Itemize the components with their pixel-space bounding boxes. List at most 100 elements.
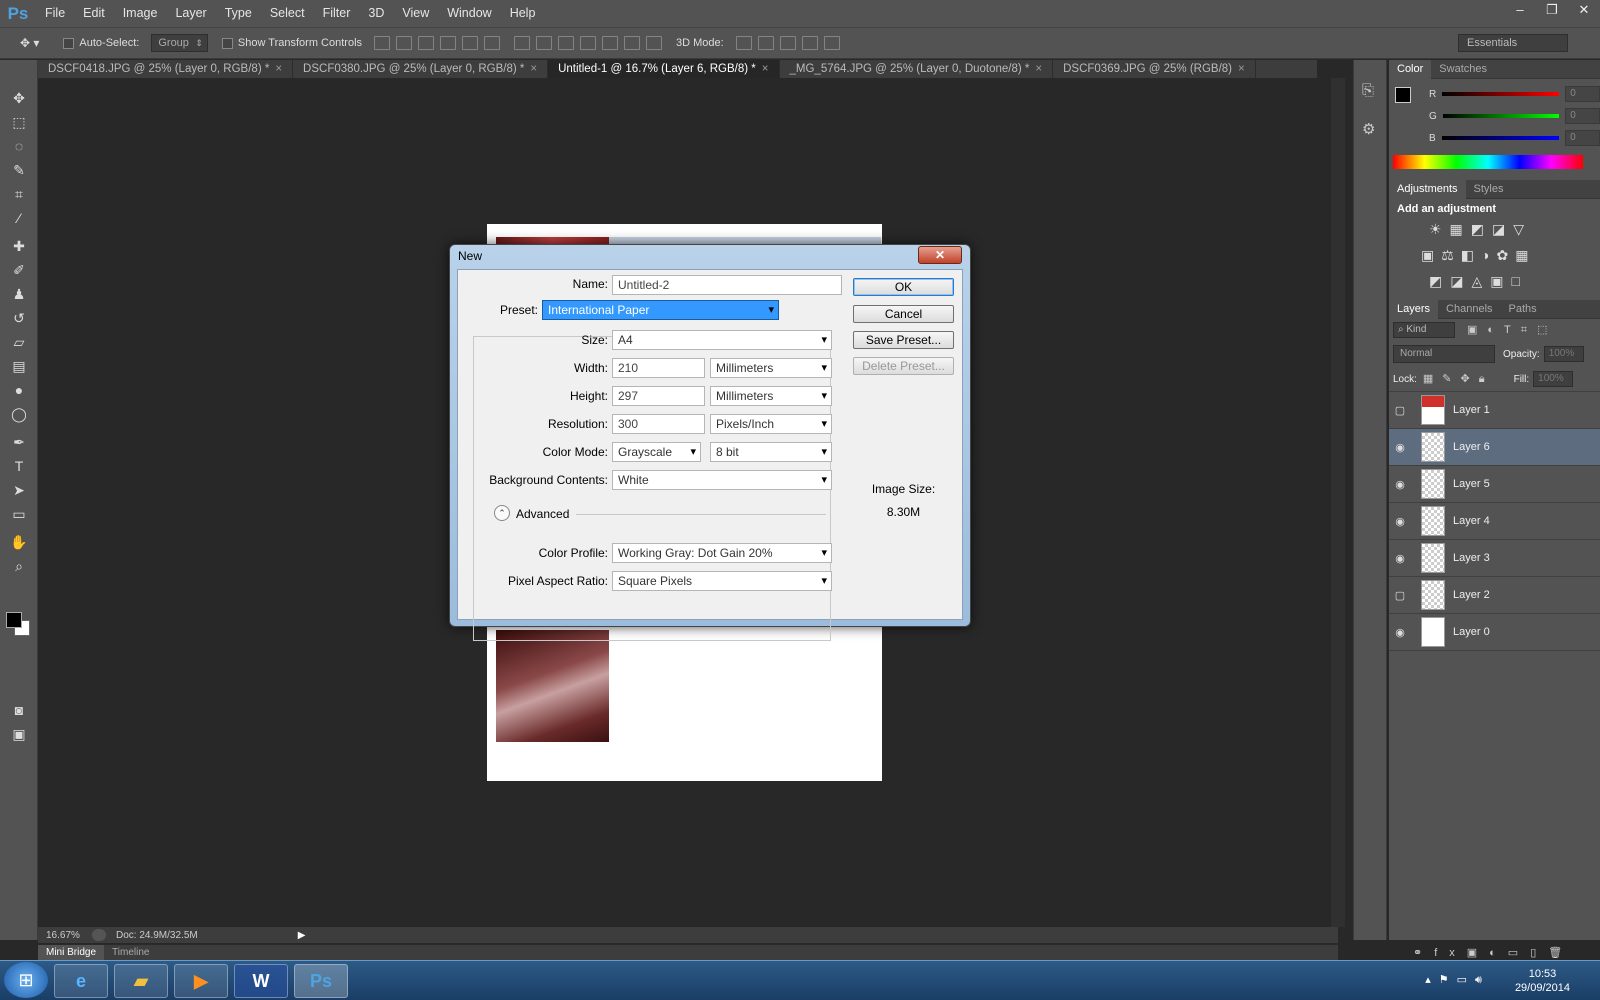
tab-color[interactable]: Color — [1389, 59, 1432, 79]
tab-swatches[interactable]: Swatches — [1431, 60, 1495, 79]
folder-icon[interactable]: ▰ — [114, 964, 168, 998]
blue-value[interactable]: 0 — [1565, 130, 1600, 146]
tab-styles[interactable]: Styles — [1466, 180, 1512, 199]
menu-edit[interactable]: Edit — [74, 0, 114, 27]
eye-icon[interactable]: ◉ — [1389, 515, 1411, 528]
doc-tab[interactable]: DSCF0380.JPG @ 25% (Layer 0, RGB/8) * × — [293, 60, 549, 78]
align-hcenter-icon[interactable] — [462, 36, 479, 50]
ok-button[interactable]: OK — [853, 278, 954, 296]
delete-preset-button[interactable]: Delete Preset... — [853, 357, 954, 375]
color-mode-dropdown[interactable]: Grayscale — [612, 442, 701, 462]
eye-icon[interactable]: ◉ — [1389, 552, 1411, 565]
properties-panel-icon[interactable]: ⚙ — [1362, 120, 1375, 138]
auto-select-checkbox[interactable] — [63, 37, 75, 49]
status-icon[interactable] — [92, 929, 106, 941]
menu-filter[interactable]: Filter — [314, 0, 360, 27]
layer-row[interactable]: ◉ Layer 5 — [1389, 466, 1600, 503]
close-icon[interactable]: × — [1238, 63, 1245, 75]
preset-dropdown[interactable]: International Paper — [542, 300, 779, 320]
red-track[interactable] — [1442, 92, 1560, 96]
menu-3d[interactable]: 3D — [359, 0, 393, 27]
layer-kind-filter[interactable]: ⌕ Kind — [1393, 322, 1455, 338]
menu-help[interactable]: Help — [501, 0, 545, 27]
dialog-close-button[interactable]: ✕ — [918, 246, 962, 264]
eye-icon[interactable]: ◉ — [1389, 626, 1411, 639]
align-top-icon[interactable] — [374, 36, 391, 50]
tab-mini-bridge[interactable]: Mini Bridge — [38, 945, 105, 960]
dodge-tool-icon[interactable]: ◯ — [8, 404, 30, 424]
doc-tab[interactable]: DSCF0369.JPG @ 25% (RGB/8) × — [1053, 60, 1256, 78]
tab-paths[interactable]: Paths — [1501, 300, 1545, 319]
blend-mode-dropdown[interactable]: Normal — [1393, 345, 1495, 363]
transform-controls-checkbox[interactable] — [221, 37, 233, 49]
start-button[interactable]: ⊞ — [4, 962, 48, 998]
green-slider[interactable]: G0 — [1389, 105, 1600, 127]
type-tool-icon[interactable]: T — [8, 456, 30, 476]
menu-select[interactable]: Select — [261, 0, 314, 27]
advanced-toggle-icon[interactable]: ⌃ — [494, 505, 510, 521]
red-value[interactable]: 0 — [1565, 86, 1600, 102]
layer-row[interactable]: ◉ Layer 4 — [1389, 503, 1600, 540]
green-value[interactable]: 0 — [1565, 108, 1600, 124]
gradient-tool-icon[interactable]: ▤ — [8, 356, 30, 376]
close-icon[interactable]: × — [275, 63, 282, 75]
align-right-icon[interactable] — [484, 36, 501, 50]
menu-view[interactable]: View — [393, 0, 438, 27]
3d-drag-icon[interactable] — [779, 36, 796, 50]
green-track[interactable] — [1442, 114, 1560, 118]
distribute-bottom-icon[interactable] — [558, 36, 575, 50]
minimize-button[interactable]: – — [1504, 0, 1536, 20]
layer-row[interactable]: ▢ Layer 1 — [1389, 392, 1600, 429]
healing-tool-icon[interactable]: ✚ — [8, 236, 30, 256]
vertical-scrollbar[interactable] — [1331, 78, 1345, 927]
zoom-level[interactable]: 16.67% — [38, 930, 88, 941]
move-tool-icon[interactable]: ✥ — [8, 88, 30, 108]
path-select-tool-icon[interactable]: ➤ — [8, 480, 30, 500]
quick-select-tool-icon[interactable]: ✎ — [8, 160, 30, 180]
media-player-icon[interactable]: ▶ — [174, 964, 228, 998]
pixel-aspect-dropdown[interactable]: Square Pixels — [612, 571, 832, 591]
layer-row[interactable]: ▢ Layer 2 — [1389, 577, 1600, 614]
doc-tab[interactable]: DSCF0418.JPG @ 25% (Layer 0, RGB/8) * × — [38, 60, 294, 78]
tab-timeline[interactable]: Timeline — [104, 945, 157, 960]
restore-button[interactable]: ❐ — [1536, 0, 1568, 20]
red-slider[interactable]: R0 — [1389, 83, 1600, 105]
auto-align-icon[interactable] — [646, 36, 663, 50]
lock-icons[interactable]: ▦✎✥🔒︎ — [1423, 372, 1494, 386]
history-panel-icon[interactable]: ⎘ — [1362, 82, 1374, 99]
screen-mode-icon[interactable]: ▣ — [8, 724, 30, 744]
visibility-toggle[interactable]: ▢ — [1389, 589, 1411, 602]
eye-icon[interactable]: ◉ — [1389, 478, 1411, 491]
align-left-icon[interactable] — [440, 36, 457, 50]
name-input[interactable]: Untitled-2 — [612, 275, 842, 295]
close-icon[interactable]: × — [762, 63, 769, 75]
close-icon[interactable]: × — [530, 63, 537, 75]
advanced-label[interactable]: Advanced — [516, 507, 569, 521]
lasso-tool-icon[interactable]: ◌ — [8, 136, 30, 156]
tab-layers[interactable]: Layers — [1389, 299, 1439, 319]
background-contents-dropdown[interactable]: White — [612, 470, 832, 490]
layer-row[interactable]: ◉ Layer 0 — [1389, 614, 1600, 651]
stamp-tool-icon[interactable]: ♟ — [8, 284, 30, 304]
3d-slide-icon[interactable] — [801, 36, 818, 50]
3d-roll-icon[interactable] — [757, 36, 774, 50]
blue-slider[interactable]: B0 — [1389, 127, 1600, 149]
blue-track[interactable] — [1441, 136, 1560, 140]
distribute-hcenter-icon[interactable] — [602, 36, 619, 50]
opacity-input[interactable]: 100% — [1543, 346, 1584, 362]
eyedropper-tool-icon[interactable]: ⁄ — [8, 208, 30, 228]
status-arrow-icon[interactable]: ▶ — [298, 930, 306, 941]
crop-tool-icon[interactable]: ⌗ — [8, 184, 30, 204]
adjustment-icons-row3[interactable]: ◩◪◬▣□ — [1429, 273, 1528, 290]
clock[interactable]: 10:53 29/09/2014 — [1515, 967, 1570, 995]
menu-type[interactable]: Type — [216, 0, 261, 27]
hand-tool-icon[interactable]: ✋ — [8, 532, 30, 552]
close-icon[interactable]: × — [1035, 63, 1042, 75]
ie-icon[interactable]: e — [54, 964, 108, 998]
eraser-tool-icon[interactable]: ▱ — [8, 332, 30, 352]
align-vcenter-icon[interactable] — [396, 36, 413, 50]
save-preset-button[interactable]: Save Preset... — [853, 331, 954, 349]
photoshop-taskbar-icon[interactable]: Ps — [294, 964, 348, 998]
foreground-swatch[interactable] — [1395, 87, 1411, 103]
auto-select-dropdown[interactable]: Group — [151, 34, 208, 52]
